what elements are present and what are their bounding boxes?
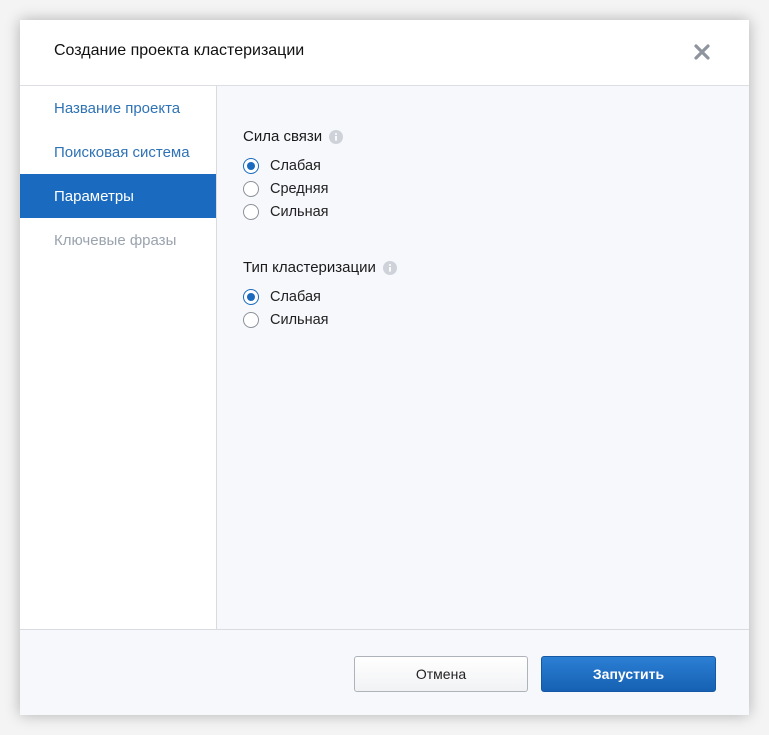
info-icon[interactable] — [329, 129, 344, 144]
radio-button[interactable] — [243, 289, 259, 305]
link-strength-title: Сила связи — [243, 128, 323, 145]
radio-button[interactable] — [243, 312, 259, 328]
sidebar-item-parameters[interactable]: Параметры — [20, 174, 216, 218]
radio-label: Сильная — [270, 204, 329, 220]
dialog-footer: Отмена Запустить — [20, 629, 749, 715]
close-button[interactable] — [691, 41, 713, 63]
clustering-project-dialog: Создание проекта кластеризации Название … — [20, 20, 749, 715]
run-button[interactable]: Запустить — [541, 656, 716, 692]
clustering-type-title: Тип кластеризации — [243, 259, 376, 276]
radio-button[interactable] — [243, 204, 259, 220]
radio-button[interactable] — [243, 181, 259, 197]
parameters-panel: Сила связи Слабая Средняя Сильная Тип кл… — [217, 86, 749, 629]
sidebar-item-key-phrases: Ключевые фразы — [54, 231, 177, 249]
sidebar-item-project-name[interactable]: Название проекта — [20, 86, 216, 130]
radio-label: Сильная — [270, 312, 329, 328]
radio-label: Средняя — [270, 181, 329, 197]
close-icon — [694, 44, 710, 60]
clustering-type-option-strong[interactable]: Сильная — [243, 310, 329, 330]
link-strength-option-weak[interactable]: Слабая — [243, 156, 321, 176]
radio-label: Слабая — [270, 289, 321, 305]
clustering-type-option-weak[interactable]: Слабая — [243, 287, 321, 307]
radio-button[interactable] — [243, 158, 259, 174]
link-strength-option-strong[interactable]: Сильная — [243, 202, 329, 222]
dialog-title: Создание проекта кластеризации — [54, 42, 305, 59]
wizard-steps-sidebar: Название проекта Поисковая система Парам… — [20, 86, 217, 629]
clustering-type-heading: Тип кластеризации — [243, 259, 397, 276]
info-icon[interactable] — [382, 260, 397, 275]
dialog-header: Создание проекта кластеризации — [20, 20, 749, 86]
dialog-body: Название проекта Поисковая система Парам… — [20, 86, 749, 629]
cancel-button[interactable]: Отмена — [354, 656, 528, 692]
sidebar-item-search-engine[interactable]: Поисковая система — [20, 130, 216, 174]
radio-label: Слабая — [270, 158, 321, 174]
link-strength-heading: Сила связи — [243, 128, 344, 145]
link-strength-option-medium[interactable]: Средняя — [243, 179, 328, 199]
